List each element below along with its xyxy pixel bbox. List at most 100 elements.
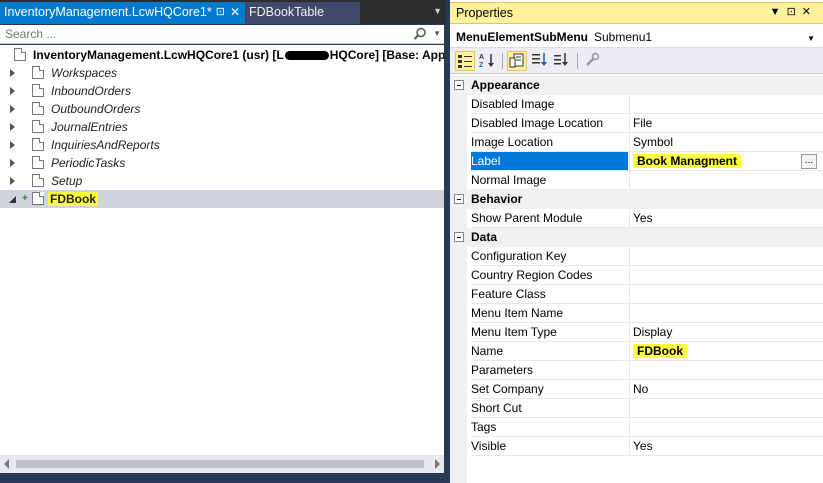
pin-icon[interactable]: ⊡	[787, 6, 802, 18]
property-row[interactable]: Visible Yes	[450, 437, 823, 456]
search-bar: ▼	[0, 25, 444, 44]
scroll-thumb[interactable]	[16, 460, 424, 468]
sort-az-icon: A Z	[479, 54, 494, 69]
property-name: Parameters	[471, 361, 628, 380]
property-row[interactable]: Short Cut	[450, 399, 823, 418]
property-value[interactable]	[629, 304, 823, 323]
property-row[interactable]: Menu Item Type Display	[450, 323, 823, 342]
property-value[interactable]: File	[629, 114, 823, 133]
property-name: Country Region Codes	[471, 266, 628, 285]
search-options-icon[interactable]: ▼	[433, 29, 441, 38]
category-appearance[interactable]: Appearance	[450, 76, 823, 95]
property-value[interactable]	[629, 171, 823, 190]
file-icon	[32, 66, 44, 79]
property-name: Disabled Image Location	[471, 114, 628, 133]
property-pages-button[interactable]	[583, 51, 603, 71]
property-row[interactable]: Country Region Codes	[450, 266, 823, 285]
tree-item-journalentries[interactable]: JournalEntries	[0, 118, 444, 136]
close-icon[interactable]: ✕	[230, 2, 240, 22]
expand-arrow-icon[interactable]	[10, 141, 15, 149]
category-data[interactable]: Data	[450, 228, 823, 247]
properties-title: Properties	[456, 6, 513, 20]
categorized-view-button[interactable]	[455, 51, 475, 71]
property-value[interactable]: FDBook	[629, 342, 823, 361]
toolbar-separator	[502, 53, 503, 69]
tab-fdbooktable[interactable]: FDBookTable	[245, 2, 360, 24]
tree-root[interactable]: InventoryManagement.LcwHQCore1 (usr) [L H…	[0, 46, 444, 64]
property-row[interactable]: Normal Image	[450, 171, 823, 190]
tree-item-inboundorders[interactable]: InboundOrders	[0, 82, 444, 100]
expand-arrow-icon[interactable]	[10, 159, 15, 167]
property-row[interactable]: Tags	[450, 418, 823, 437]
tree-item-label: Workspaces	[51, 66, 118, 80]
window-position-icon[interactable]: ▼	[770, 6, 787, 18]
property-row[interactable]: Feature Class	[450, 285, 823, 304]
scroll-right-icon[interactable]	[435, 459, 440, 469]
collapse-icon[interactable]	[454, 232, 464, 242]
expand-arrow-icon[interactable]	[10, 177, 15, 185]
sort-down-icon	[554, 53, 568, 66]
property-value[interactable]: Display	[629, 323, 823, 342]
property-value[interactable]: Yes	[629, 209, 823, 228]
property-value[interactable]	[629, 285, 823, 304]
property-row[interactable]: Disabled Image Location File	[450, 114, 823, 133]
tab-inventory-management[interactable]: InventoryManagement.LcwHQCore1* ⊡ ✕	[0, 2, 245, 24]
expand-arrow-icon[interactable]	[10, 105, 15, 113]
search-icon[interactable]	[413, 27, 427, 41]
property-value[interactable]	[629, 361, 823, 380]
property-value[interactable]	[629, 247, 823, 266]
property-row[interactable]: Configuration Key	[450, 247, 823, 266]
properties-toolbar: A Z	[450, 48, 823, 74]
ellipsis-button[interactable]: ...	[801, 154, 817, 169]
tree-item-workspaces[interactable]: Workspaces	[0, 64, 444, 82]
alphabetical-view-button[interactable]: A Z	[478, 51, 498, 71]
tree-item-fdbook[interactable]: + FDBook	[0, 190, 444, 208]
expand-arrow-icon[interactable]	[10, 87, 15, 95]
property-value[interactable]: Book Managment...	[629, 152, 823, 171]
property-row-label[interactable]: Label Book Managment...	[450, 152, 823, 171]
property-value[interactable]: No	[629, 380, 823, 399]
collapse-arrow-icon[interactable]	[8, 195, 17, 204]
property-value[interactable]: Symbol	[629, 133, 823, 152]
collapse-icon[interactable]	[454, 80, 464, 90]
property-row[interactable]: Image Location Symbol	[450, 133, 823, 152]
collapse-icon[interactable]	[454, 194, 464, 204]
property-value[interactable]	[629, 418, 823, 437]
expand-arrow-icon[interactable]	[10, 69, 15, 77]
category-behavior[interactable]: Behavior	[450, 190, 823, 209]
sort-descending-button[interactable]	[552, 51, 572, 71]
property-row[interactable]: Show Parent Module Yes	[450, 209, 823, 228]
file-icon	[32, 156, 44, 169]
search-input[interactable]	[0, 25, 400, 43]
object-selector[interactable]: MenuElementSubMenu Submenu1 ▼	[450, 26, 823, 48]
tree-item-label: FDBook	[48, 192, 98, 206]
property-row[interactable]: Set Company No	[450, 380, 823, 399]
property-row-name[interactable]: Name FDBook	[450, 342, 823, 361]
properties-view-button[interactable]	[507, 51, 527, 71]
tree-item-periodictasks[interactable]: PeriodicTasks	[0, 154, 444, 172]
property-name: Disabled Image	[471, 95, 628, 114]
tree-item-inquiriesandreports[interactable]: InquiriesAndReports	[0, 136, 444, 154]
property-row[interactable]: Parameters	[450, 361, 823, 380]
tree-item-label: InquiriesAndReports	[51, 138, 160, 152]
property-value[interactable]	[629, 399, 823, 418]
property-value[interactable]: Yes	[629, 437, 823, 456]
category-label: Behavior	[471, 192, 523, 206]
horizontal-scrollbar[interactable]	[0, 455, 444, 473]
tab-dropdown-icon[interactable]: ▼	[433, 6, 442, 16]
scroll-left-icon[interactable]	[4, 459, 9, 469]
chevron-down-icon[interactable]: ▼	[807, 34, 815, 43]
property-value[interactable]	[629, 95, 823, 114]
properties-panel: Properties ▼⊡✕ MenuElementSubMenu Submen…	[450, 0, 823, 483]
pin-icon[interactable]: ⊡	[216, 2, 225, 22]
tree-item-setup[interactable]: Setup	[0, 172, 444, 190]
expand-arrow-icon[interactable]	[10, 123, 15, 131]
category-label: Data	[471, 230, 498, 244]
property-row[interactable]: Menu Item Name	[450, 304, 823, 323]
close-icon[interactable]: ✕	[802, 6, 817, 18]
property-value[interactable]	[629, 266, 823, 285]
tree-item-outboundorders[interactable]: OutboundOrders	[0, 100, 444, 118]
solution-explorer-panel: InventoryManagement.LcwHQCore1* ⊡ ✕ FDBo…	[0, 0, 446, 483]
events-view-button[interactable]	[530, 51, 550, 71]
property-row[interactable]: Disabled Image	[450, 95, 823, 114]
